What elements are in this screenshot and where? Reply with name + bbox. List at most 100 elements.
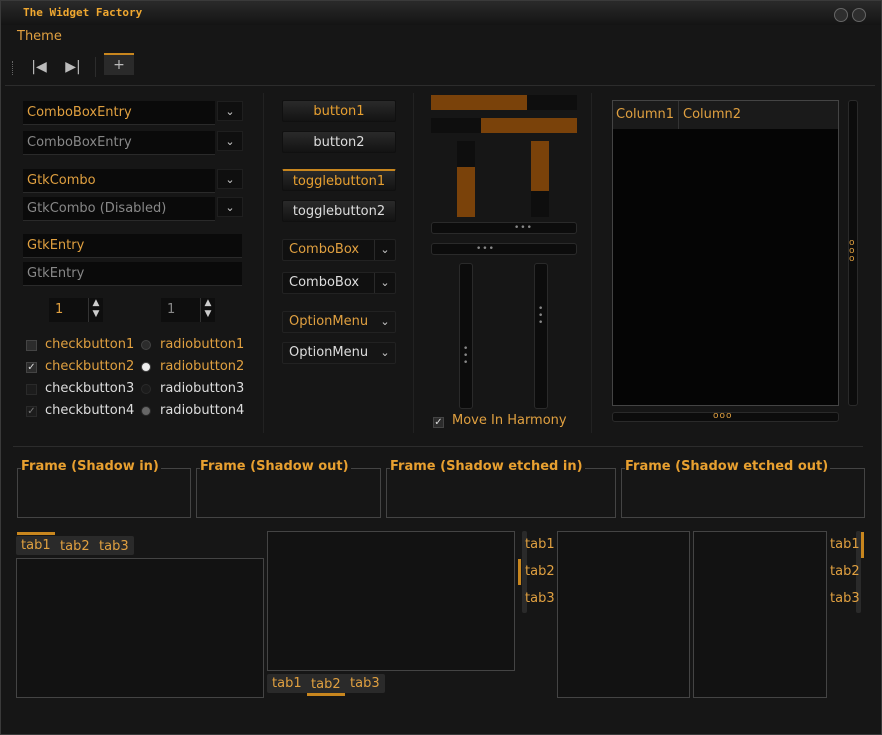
separator [413,93,414,433]
main-window: The Widget Factory Theme |◀ ▶| + ComboBo… [0,0,882,735]
frame-label: Frame (Shadow out) [200,459,351,474]
move-in-harmony-label: Move In Harmony [452,413,567,428]
gtk-combo-1[interactable]: GtkCombo [23,169,215,193]
gtk-entry-1[interactable]: GtkEntry [23,234,242,258]
radiobutton-label: radiobutton3 [160,381,245,396]
button-1[interactable]: button1 [282,100,396,122]
horizontal-scale-1[interactable]: ••• [431,222,577,234]
radio-1[interactable] [141,340,151,350]
chevron-down-icon: ⌄ [380,315,390,328]
checkbox-3[interactable] [26,384,37,395]
combo-value: ComboBox [289,275,360,290]
notebook-left-page [557,531,690,698]
toolbar-divider [5,85,875,86]
combo-box-entry-2[interactable]: ComboBoxEntry [23,131,215,155]
combo-box-1[interactable]: ComboBox ⌄ [282,239,396,261]
chevron-down-icon[interactable]: ⌄ [217,169,243,189]
tab-right-3[interactable]: tab3 [830,591,860,606]
radiobutton-label: radiobutton2 [160,359,245,374]
checkbutton-label: checkbutton1 [45,337,135,352]
column-header-1[interactable]: Column1 [613,101,679,129]
horizontal-scale-2[interactable]: ••• [431,243,577,255]
combo-box-2[interactable]: ComboBox ⌄ [282,272,396,294]
tab-bottom-1[interactable]: tab1 [272,676,302,691]
add-icon[interactable]: + [104,53,134,75]
frame-label: Frame (Shadow etched in) [390,459,585,474]
progress-fill [531,141,549,191]
scale-grip-icon[interactable]: ••• [514,223,533,233]
separator [263,93,264,433]
frame-label: Frame (Shadow in) [21,459,161,474]
tab-left-2[interactable]: tab2 [525,564,555,579]
tab-left-1[interactable]: tab1 [525,537,555,552]
checkbutton-label: checkbutton2 [45,359,135,374]
toolbar-grip[interactable] [12,61,16,75]
tab-top-3[interactable]: tab3 [99,539,129,554]
toggle-button-1[interactable]: togglebutton1 [282,169,396,191]
go-first-icon[interactable]: |◀ [25,55,53,79]
toggle-button-2[interactable]: togglebutton2 [282,200,396,222]
spin-button-2[interactable]: 1 ▲ ▼ [161,298,215,322]
checkbox-4[interactable]: ✓ [26,406,37,417]
horizontal-scrollbar[interactable]: ooo [612,411,839,422]
active-tab-indicator [17,532,55,535]
checkbox-1[interactable] [26,340,37,351]
close-button[interactable] [852,8,866,22]
vertical-scale-1[interactable]: • • • [459,263,473,409]
option-menu-1[interactable]: OptionMenu ⌄ [282,311,396,333]
chevron-down-icon: ⌄ [217,197,243,217]
scrollbar-grip-icon[interactable]: ooo [713,411,733,421]
go-last-icon[interactable]: ▶| [59,55,87,79]
radio-3[interactable] [141,384,151,394]
frame-shadow-in [17,468,191,518]
chevron-down-icon[interactable]: ⌄ [217,101,243,121]
scale-grip-icon[interactable]: ••• [476,244,495,254]
window-title: The Widget Factory [23,6,143,19]
tab-right-2[interactable]: tab2 [830,564,860,579]
column-header-2[interactable]: Column2 [679,101,838,129]
tab-bottom-2[interactable]: tab2 [311,677,341,692]
tab-top-2[interactable]: tab2 [60,539,90,554]
radio-4[interactable] [141,406,151,416]
gtk-entry-2[interactable]: GtkEntry [23,262,242,286]
tab-top-1[interactable]: tab1 [21,538,51,553]
spin-button-1[interactable]: 1 ▲ ▼ [49,298,103,322]
option-value: OptionMenu [289,345,369,360]
tab-bottom-3[interactable]: tab3 [350,676,380,691]
chevron-down-icon[interactable]: ⌄ [374,273,395,293]
combo-box-entry-1[interactable]: ComboBoxEntry [23,101,215,125]
minimize-button[interactable] [834,8,848,22]
frame-label: Frame (Shadow etched out) [625,459,831,474]
menu-theme[interactable]: Theme [17,29,62,44]
notebook-bottom-page [267,531,515,671]
vertical-scrollbar[interactable]: ooo [848,100,858,406]
active-tab-indicator [861,532,864,558]
chevron-down-icon[interactable]: ⌄ [217,131,243,151]
active-tab-indicator [518,559,521,585]
gtk-combo-2[interactable]: GtkCombo (Disabled) [23,197,215,221]
tree-view[interactable] [612,100,839,406]
button-2[interactable]: button2 [282,131,396,153]
spin-arrows-icon[interactable]: ▲ ▼ [200,298,215,322]
chevron-down-icon: ⌄ [380,346,390,359]
scale-grip-icon[interactable]: ••• [538,305,544,328]
progress-fill [431,95,527,110]
tab-left-3[interactable]: tab3 [525,591,555,606]
progress-fill [457,167,475,217]
chevron-down-icon[interactable]: ⌄ [374,240,395,260]
scrollbar-grip-icon[interactable]: ooo [849,239,857,264]
progress-fill [481,118,577,133]
scale-grip-icon[interactable]: ••• [463,345,469,368]
frame-shadow-etched-in [386,468,616,518]
radiobutton-label: radiobutton4 [160,403,245,418]
notebook-top-page [16,558,264,698]
spin-arrows-icon[interactable]: ▲ ▼ [88,298,103,322]
radio-2[interactable] [141,362,151,372]
tab-right-1[interactable]: tab1 [830,537,860,552]
checkbox-2[interactable]: ✓ [26,362,37,373]
option-menu-2[interactable]: OptionMenu ⌄ [282,342,396,364]
checkbutton-label: checkbutton4 [45,403,135,418]
vertical-scale-2[interactable]: • • • [534,263,548,409]
separator [591,93,592,433]
move-in-harmony-checkbox[interactable]: ✓ [433,417,444,428]
